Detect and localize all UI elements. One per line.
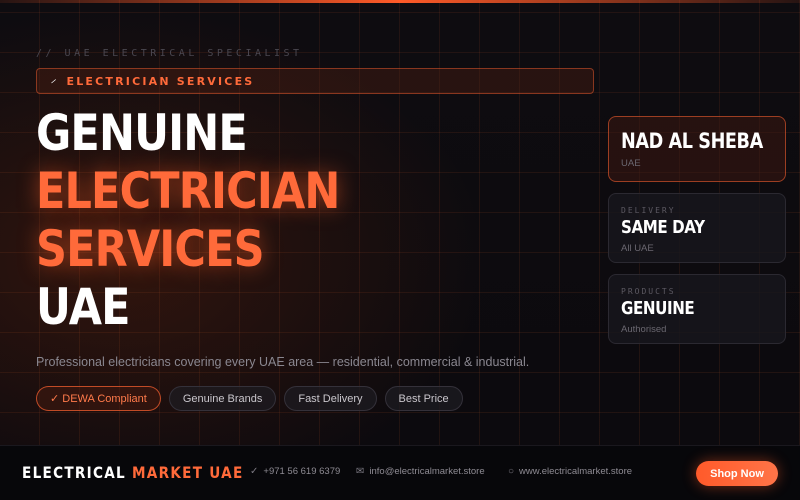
products-title: GENUINE [621, 298, 695, 319]
brand-part-1: ELECTRICAL [22, 463, 126, 482]
footer-phone[interactable]: ✓ +971 56 619 6379 [250, 466, 340, 477]
chip-best-price[interactable]: Best Price [384, 386, 463, 411]
feature-chips: ✓ DEWA Compliant Genuine Brands Fast Del… [36, 386, 463, 411]
brand-part-2: MARKET UAE [131, 463, 244, 482]
service-badge-label: ELECTRICIAN SERVICES [66, 74, 255, 88]
screwdriver-icon: ⎯ [47, 74, 60, 87]
headline-line-2: ELECTRICIAN [36, 162, 340, 220]
footer-brand[interactable]: ELECTRICAL MARKET UAE [22, 463, 244, 482]
delivery-sub: All UAE [621, 243, 654, 254]
service-badge: ⎯ ELECTRICIAN SERVICES [36, 68, 594, 94]
location-sub: UAE [621, 158, 641, 169]
phone-text: +971 56 619 6379 [263, 466, 341, 477]
chip-dewa-compliant[interactable]: ✓ DEWA Compliant [36, 386, 161, 411]
delivery-title: SAME DAY [621, 217, 705, 238]
top-accent-line [0, 0, 800, 3]
hero-headline: GENUINE ELECTRICIAN SERVICES UAE [36, 104, 340, 336]
hero-subtext: Professional electricians covering every… [36, 355, 530, 369]
footer-email[interactable]: ✉ info@electricalmarket.store [356, 466, 485, 477]
headline-line-3: SERVICES [36, 220, 265, 278]
hero-kicker: // UAE ELECTRICAL SPECIALIST [36, 48, 303, 59]
website-text: www.electricalmarket.store [519, 466, 633, 477]
products-sub: Authorised [621, 324, 667, 335]
products-caption: PRODUCTS [621, 287, 676, 296]
chip-fast-delivery[interactable]: Fast Delivery [284, 386, 377, 411]
chip-genuine-brands[interactable]: Genuine Brands [168, 386, 277, 411]
globe-icon: ○ [508, 466, 515, 477]
email-text: info@electricalmarket.store [369, 466, 485, 477]
products-card: PRODUCTS GENUINE Authorised [608, 274, 786, 344]
shop-now-button[interactable]: Shop Now [696, 461, 778, 486]
delivery-caption: DELIVERY [621, 206, 676, 215]
hero-section: // UAE ELECTRICAL SPECIALIST ⎯ ELECTRICI… [0, 0, 800, 445]
delivery-card: DELIVERY SAME DAY All UAE [608, 193, 786, 263]
footer-bar: ELECTRICAL MARKET UAE ✓ +971 56 619 6379… [0, 445, 800, 500]
location-title: NAD AL SHEBA [621, 129, 763, 153]
location-card: NAD AL SHEBA UAE [608, 116, 786, 182]
headline-line-1: GENUINE [36, 104, 248, 162]
phone-icon: ✓ [250, 466, 259, 477]
mail-icon: ✉ [356, 466, 365, 477]
headline-line-4: UAE [36, 278, 131, 336]
footer-website[interactable]: ○ www.electricalmarket.store [508, 466, 632, 477]
